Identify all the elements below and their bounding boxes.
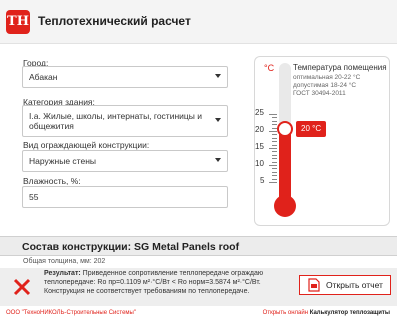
fail-x-icon (13, 278, 31, 296)
pdf-icon (308, 278, 320, 292)
tick-label-15: 15 (255, 142, 264, 151)
humidity-label: Влажность, %: (23, 176, 81, 186)
temperature-panel: °C Температура помещения оптимальная 20-… (254, 56, 390, 226)
thermometer-tick (269, 131, 277, 132)
temperature-unit: °C (264, 63, 275, 73)
composition-title: Состав конструкции: SG Metal Panels roof (22, 241, 240, 253)
online-prefix: Открыть онлайн (262, 310, 309, 316)
category-select[interactable]: I.a. Жилые, школы, интернаты, гостиницы … (22, 105, 228, 137)
thermometer-tick (272, 120, 277, 122)
temperature-title: Температура помещения (293, 63, 387, 72)
city-select[interactable]: Абакан (22, 66, 228, 88)
thermometer-bulb (274, 195, 296, 217)
construction-select[interactable]: Наружные стены (22, 150, 228, 172)
thermometer-tick (272, 124, 277, 126)
thermometer-tick (272, 175, 277, 177)
temperature-value-badge: 20 °C (296, 121, 327, 137)
company-link[interactable]: ООО "ТехноНИКОЛЬ-Строительные Системы" (6, 306, 136, 320)
thermometer-fill (279, 131, 291, 203)
total-thickness: Общая толщина, мм: 202 (23, 258, 106, 265)
result-text: Результат: Приведенное сопротивление теп… (44, 269, 296, 297)
tick-label-10: 10 (255, 159, 264, 168)
open-report-button[interactable]: Открыть отчет (299, 275, 391, 295)
result-panel: Результат: Приведенное сопротивление теп… (0, 268, 397, 306)
thermometer-tick (272, 154, 277, 156)
app-title: Теплотехнический расчет (38, 14, 191, 28)
chevron-down-icon (215, 158, 221, 162)
open-report-label: Открыть отчет (326, 280, 383, 290)
temperature-slider-handle[interactable] (277, 121, 293, 137)
thermometer-tick (272, 158, 277, 160)
tick-label-25: 25 (255, 108, 264, 117)
thermometer-tick (269, 114, 277, 115)
thermometer-tick (272, 171, 277, 173)
tick-label-20: 20 (255, 125, 264, 134)
online-calculator-link[interactable]: Открыть онлайн Калькулятор теплозащиты (263, 306, 390, 320)
thermometer-tick (272, 134, 277, 136)
thermometer-tick (272, 161, 277, 163)
technonicol-logo: ТН (6, 10, 30, 34)
thermometer-tick (269, 182, 277, 183)
temperature-allowed: допустимая 18-24 °C (293, 82, 357, 89)
thermometer-tick (272, 141, 277, 143)
thermometer-tick (272, 178, 277, 180)
result-line-2: теплопередаче: Ro пр=0.1109 м²·°С/Вт < R… (44, 279, 261, 287)
thermometer-tick (269, 165, 277, 166)
thermometer-tick (272, 117, 277, 119)
result-label: Результат: (44, 270, 81, 277)
thermometer-tick (272, 168, 277, 170)
chevron-down-icon (215, 74, 221, 78)
humidity-input[interactable]: 55 (22, 186, 228, 208)
city-select-value: Абакан (29, 72, 58, 82)
tick-label-5: 5 (260, 176, 265, 185)
construction-label: Вид ограждающей конструкции: (23, 140, 150, 150)
result-line-1: Приведенное сопротивление теплопередаче … (82, 270, 264, 277)
category-select-value: I.a. Жилые, школы, интернаты, гостиницы … (29, 110, 202, 131)
thermometer-tick (269, 148, 277, 149)
chevron-down-icon (215, 118, 221, 122)
temperature-optimal: оптимальная 20-22 °C (293, 74, 361, 81)
construction-select-value: Наружные стены (29, 156, 96, 166)
thermometer-tick (272, 137, 277, 139)
temperature-standard: ГОСТ 30494-2011 (293, 90, 346, 97)
app-header: ТН Теплотехнический расчет (0, 0, 397, 44)
thermometer-tick (272, 144, 277, 146)
thermometer-tick (272, 151, 277, 153)
footer: ООО "ТехноНИКОЛЬ-Строительные Системы" О… (0, 306, 397, 320)
composition-header: Состав конструкции: SG Metal Panels roof (0, 236, 397, 256)
result-line-3: Конструкция не соответствует требованиям… (44, 288, 250, 296)
online-link-label: Калькулятор теплозащиты (309, 310, 390, 316)
